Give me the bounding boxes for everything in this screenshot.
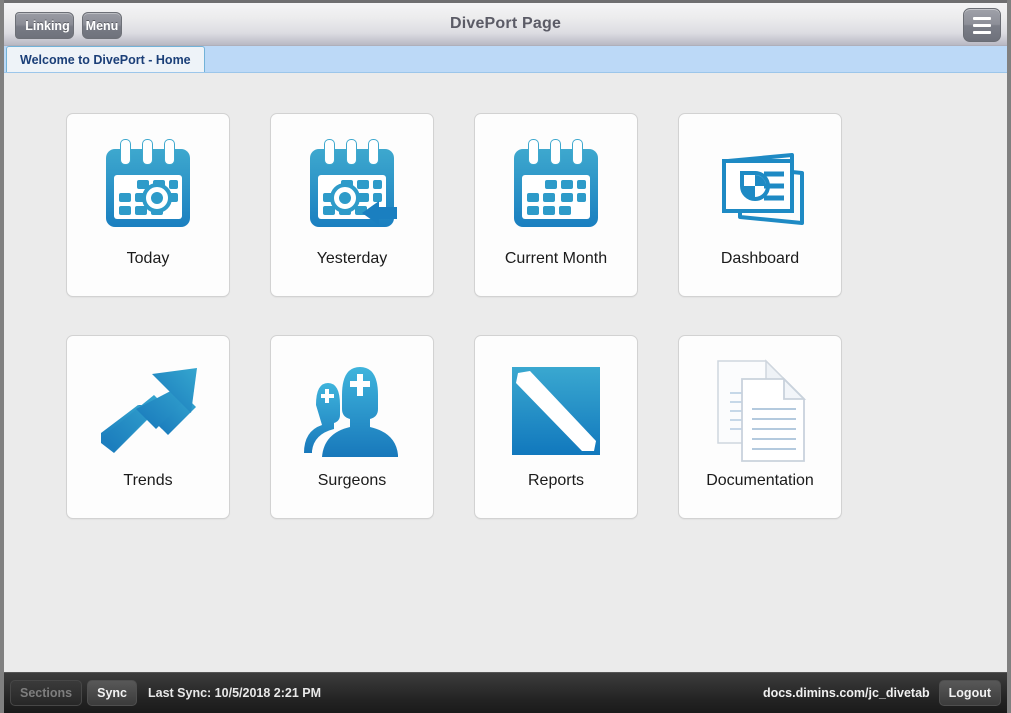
footer-left-group: Sections Sync Last Sync: 10/5/2018 2:21 … bbox=[4, 680, 321, 706]
tile-label: Reports bbox=[527, 472, 585, 489]
page-title: DivePort Page bbox=[449, 15, 562, 32]
documents-pages-icon bbox=[705, 352, 815, 470]
hamburger-bar bbox=[973, 23, 991, 27]
footer-bar: Sections Sync Last Sync: 10/5/2018 2:21 … bbox=[4, 672, 1007, 713]
app-window: Linking Menu DivePort Page Welcome to Di… bbox=[0, 0, 1011, 713]
reports-square-icon bbox=[501, 352, 611, 470]
tile-label: Today bbox=[126, 250, 170, 267]
hamburger-menu-icon[interactable] bbox=[963, 8, 1001, 42]
server-url-label: docs.dimins.com/jc_divetab bbox=[762, 686, 930, 700]
surgeons-people-icon bbox=[297, 352, 407, 470]
tile-label: Trends bbox=[123, 472, 173, 489]
trend-up-arrow-icon bbox=[93, 352, 203, 470]
tab-strip: Welcome to DivePort - Home bbox=[4, 46, 1007, 73]
sections-button[interactable]: Sections bbox=[10, 680, 83, 706]
tile-label: Yesterday bbox=[316, 250, 388, 267]
calendar-month-icon bbox=[501, 130, 611, 248]
tab-welcome-home[interactable]: Welcome to DivePort - Home bbox=[6, 46, 205, 72]
sync-button[interactable]: Sync bbox=[87, 680, 137, 706]
tile-label: Dashboard bbox=[720, 250, 800, 267]
tile-grid: Today Yesterday Current Month Dashboard … bbox=[66, 113, 842, 519]
footer-right-group: docs.dimins.com/jc_divetab Logout bbox=[763, 673, 1001, 713]
sync-button-label: Sync bbox=[97, 686, 127, 700]
tile-reports[interactable]: Reports bbox=[474, 335, 638, 519]
tile-documentation[interactable]: Documentation bbox=[678, 335, 842, 519]
tile-trends[interactable]: Trends bbox=[66, 335, 230, 519]
logout-button-label: Logout bbox=[948, 686, 991, 700]
tile-current-month[interactable]: Current Month bbox=[474, 113, 638, 297]
hamburger-bar bbox=[973, 16, 991, 20]
tile-surgeons[interactable]: Surgeons bbox=[270, 335, 434, 519]
hamburger-bar bbox=[973, 30, 991, 34]
tile-today[interactable]: Today bbox=[66, 113, 230, 297]
calendar-yesterday-arrow-icon bbox=[297, 130, 407, 248]
dashboard-cards-pie-icon bbox=[705, 130, 815, 248]
title-bar: Linking Menu DivePort Page bbox=[4, 0, 1007, 46]
last-sync-status: Last Sync: 10/5/2018 2:21 PM bbox=[148, 686, 322, 700]
tab-label: Welcome to DivePort - Home bbox=[20, 52, 191, 67]
tile-dashboard[interactable]: Dashboard bbox=[678, 113, 842, 297]
tile-label: Surgeons bbox=[317, 472, 387, 489]
logout-button[interactable]: Logout bbox=[938, 680, 1001, 706]
main-content: Today Yesterday Current Month Dashboard … bbox=[4, 73, 1007, 672]
calendar-today-icon bbox=[93, 130, 203, 248]
tile-label: Current Month bbox=[504, 250, 608, 267]
tile-label: Documentation bbox=[706, 472, 814, 489]
tile-yesterday[interactable]: Yesterday bbox=[270, 113, 434, 297]
sections-button-label: Sections bbox=[20, 686, 73, 700]
